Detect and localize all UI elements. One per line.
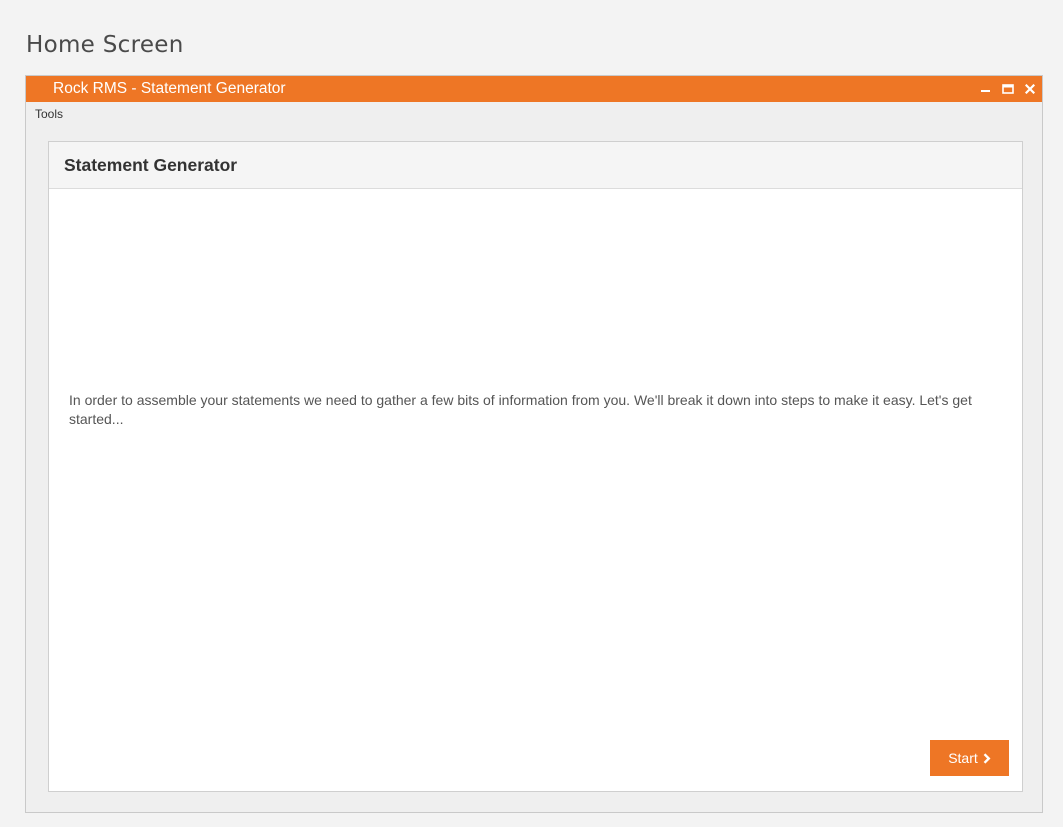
minimize-icon[interactable]: [979, 83, 992, 96]
start-button-label: Start: [948, 750, 978, 766]
statement-generator-panel: Statement Generator In order to assemble…: [48, 141, 1023, 792]
app-window: Rock RMS - Statement Generator Tools Sta…: [25, 75, 1043, 813]
window-titlebar[interactable]: Rock RMS - Statement Generator: [26, 76, 1042, 102]
page-title: Home Screen: [26, 32, 184, 58]
panel-heading: Statement Generator: [64, 154, 238, 175]
maximize-icon[interactable]: [1001, 83, 1014, 96]
intro-text: In order to assemble your statements we …: [69, 392, 972, 427]
close-icon[interactable]: [1023, 83, 1036, 96]
menu-item-tools[interactable]: Tools: [35, 107, 63, 121]
panel-header: Statement Generator: [49, 142, 1022, 189]
window-controls: [979, 83, 1036, 96]
menu-bar: Tools: [26, 102, 1042, 126]
window-title: Rock RMS - Statement Generator: [53, 80, 286, 97]
start-button[interactable]: Start: [930, 740, 1009, 776]
chevron-right-icon: [983, 752, 991, 764]
